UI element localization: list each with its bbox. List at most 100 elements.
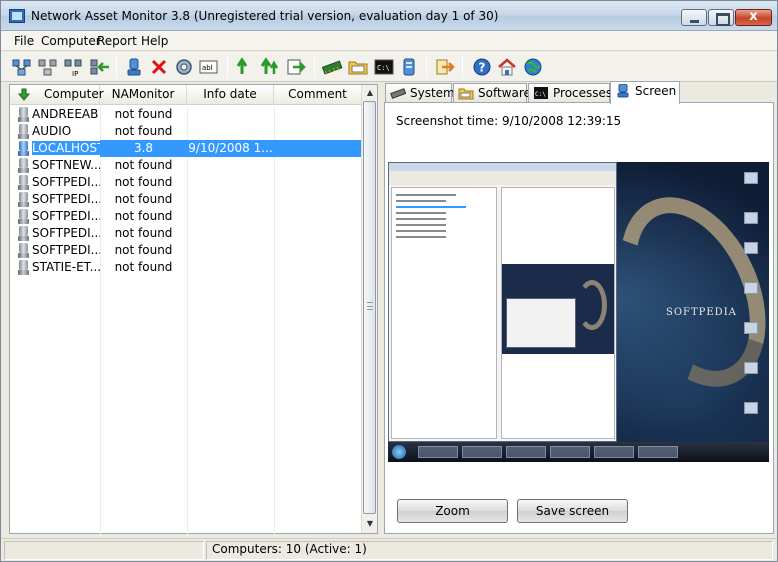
tab-screen[interactable]: Screen xyxy=(610,81,680,104)
taskbar-item xyxy=(594,446,634,458)
zoom-button[interactable]: Zoom xyxy=(397,499,508,523)
menu-help[interactable]: Help xyxy=(141,34,168,48)
network-scan-icon[interactable] xyxy=(11,57,33,77)
computer-icon xyxy=(18,158,29,173)
namonitor-cell: not found xyxy=(100,208,187,225)
info-date-cell xyxy=(187,225,274,242)
computer-icon[interactable] xyxy=(123,57,145,77)
scroll-up-arrow[interactable]: ▲ xyxy=(362,85,378,101)
tab-software[interactable]: Software xyxy=(453,83,531,103)
menu-report[interactable]: Report xyxy=(97,34,137,48)
window-title: Network Asset Monitor 3.8 (Unregistered … xyxy=(31,9,499,23)
comment-cell xyxy=(274,140,361,157)
computer-name-cell: AUDIO xyxy=(32,123,100,140)
desktop-icon xyxy=(744,362,758,374)
start-orb-icon xyxy=(392,445,406,459)
column-header-info-date[interactable]: Info date xyxy=(187,85,274,105)
memory-icon xyxy=(390,88,406,99)
folder-icon[interactable] xyxy=(347,57,369,77)
refresh-icon[interactable] xyxy=(233,57,255,77)
maximize-button[interactable] xyxy=(708,9,734,26)
computer-name-cell: ANDREEAB xyxy=(32,106,100,123)
title-bar[interactable]: Network Asset Monitor 3.8 (Unregistered … xyxy=(1,1,777,31)
namonitor-cell-text: not found xyxy=(114,226,173,240)
tab-processes[interactable]: C:\ Processes xyxy=(528,83,612,103)
delete-icon[interactable] xyxy=(148,57,170,77)
refresh-all-icon[interactable] xyxy=(259,57,281,77)
table-row[interactable]: LOCALHOST 3.8 9/10/2008 1... xyxy=(10,140,361,157)
computer-icon xyxy=(18,141,29,156)
screenshot-time: Screenshot time: 9/10/2008 12:39:15 xyxy=(396,114,622,128)
table-row[interactable]: SOFTPEDI... not found xyxy=(10,225,361,242)
namonitor-cell-text: not found xyxy=(114,209,173,223)
computer-name-cell-text: SOFTPEDI... xyxy=(32,192,100,206)
info-date-cell xyxy=(187,208,274,225)
screenshot-preview[interactable]: SOFTPEDIA xyxy=(388,162,769,462)
svg-text:C:\: C:\ xyxy=(535,91,546,98)
computer-name-cell-text: STATIE-ET... xyxy=(32,260,100,274)
preview-line xyxy=(396,224,446,226)
namonitor-cell: 3.8 xyxy=(100,140,187,157)
help-icon[interactable]: ? xyxy=(471,57,493,77)
save-screen-button[interactable]: Save screen xyxy=(517,499,628,523)
taskbar-item xyxy=(638,446,678,458)
menu-file[interactable]: File xyxy=(14,34,34,48)
table-row[interactable]: SOFTPEDI... not found xyxy=(10,191,361,208)
info-date-cell xyxy=(187,191,274,208)
namonitor-cell: not found xyxy=(100,191,187,208)
column-header-computer[interactable]: Computer xyxy=(10,85,104,105)
list-header: Computer NAMonitor Info date Comment xyxy=(10,85,361,105)
computer-name-cell: SOFTPEDI... xyxy=(32,191,100,208)
close-button[interactable]: x xyxy=(735,9,772,26)
computer-icon xyxy=(18,175,29,190)
web-icon[interactable] xyxy=(522,57,544,77)
status-bar: Computers: 10 (Active: 1) xyxy=(1,538,777,561)
computer-icon xyxy=(18,107,29,122)
table-row[interactable]: SOFTPEDI... not found xyxy=(10,174,361,191)
nested-preview xyxy=(502,264,614,354)
preview-line xyxy=(396,236,446,238)
table-row[interactable]: SOFTNEW... not found xyxy=(10,157,361,174)
export-icon[interactable] xyxy=(285,57,307,77)
list-scrollbar[interactable]: ▲ ▼ xyxy=(361,85,377,533)
table-row[interactable]: SOFTPEDI... not found xyxy=(10,242,361,259)
status-cell xyxy=(4,541,204,560)
server-icon[interactable] xyxy=(398,57,420,77)
scroll-down-arrow[interactable]: ▼ xyxy=(362,516,378,532)
console-icon[interactable]: C:\ xyxy=(373,57,395,77)
toolbar-separator xyxy=(227,56,228,78)
comment-cell xyxy=(274,157,361,174)
table-row[interactable]: STATIE-ET... not found xyxy=(10,259,361,276)
info-date-cell-text: 9/10/2008 1... xyxy=(188,141,273,155)
home-icon[interactable] xyxy=(496,57,518,77)
rename-icon[interactable]: abl xyxy=(198,57,220,77)
table-row[interactable]: ANDREEAB not found xyxy=(10,106,361,123)
tab-system[interactable]: System xyxy=(385,83,455,103)
info-date-cell xyxy=(187,242,274,259)
desktop-icon xyxy=(744,402,758,414)
settings-icon[interactable] xyxy=(173,57,195,77)
computer-name-cell: SOFTPEDI... xyxy=(32,174,100,191)
info-date-cell xyxy=(187,123,274,140)
desktop-icon xyxy=(744,172,758,184)
memory-icon[interactable] xyxy=(321,57,343,77)
table-row[interactable]: SOFTPEDI... not found xyxy=(10,208,361,225)
preview-taskbar xyxy=(388,442,769,462)
exit-icon[interactable] xyxy=(433,57,455,77)
minimize-button[interactable] xyxy=(681,9,707,26)
computer-icon xyxy=(617,84,629,98)
table-row[interactable]: AUDIO not found xyxy=(10,123,361,140)
svg-text:IP: IP xyxy=(72,70,78,77)
computer-list: Computer NAMonitor Info date Comment AND… xyxy=(9,84,378,534)
detail-tabs: System Software C:\ Processes Screen xyxy=(384,81,777,104)
column-header-comment[interactable]: Comment xyxy=(274,85,361,105)
info-date-cell xyxy=(187,259,274,276)
remove-computers-icon[interactable] xyxy=(37,57,59,77)
add-by-ip-icon[interactable]: IP xyxy=(63,57,85,77)
scroll-thumb[interactable] xyxy=(363,101,376,514)
computer-name-cell: LOCALHOST xyxy=(32,140,100,157)
menu-computer[interactable]: Computer xyxy=(41,34,101,48)
import-computers-icon[interactable] xyxy=(89,57,111,77)
taskbar-item xyxy=(506,446,546,458)
column-header-namonitor[interactable]: NAMonitor xyxy=(100,85,187,105)
